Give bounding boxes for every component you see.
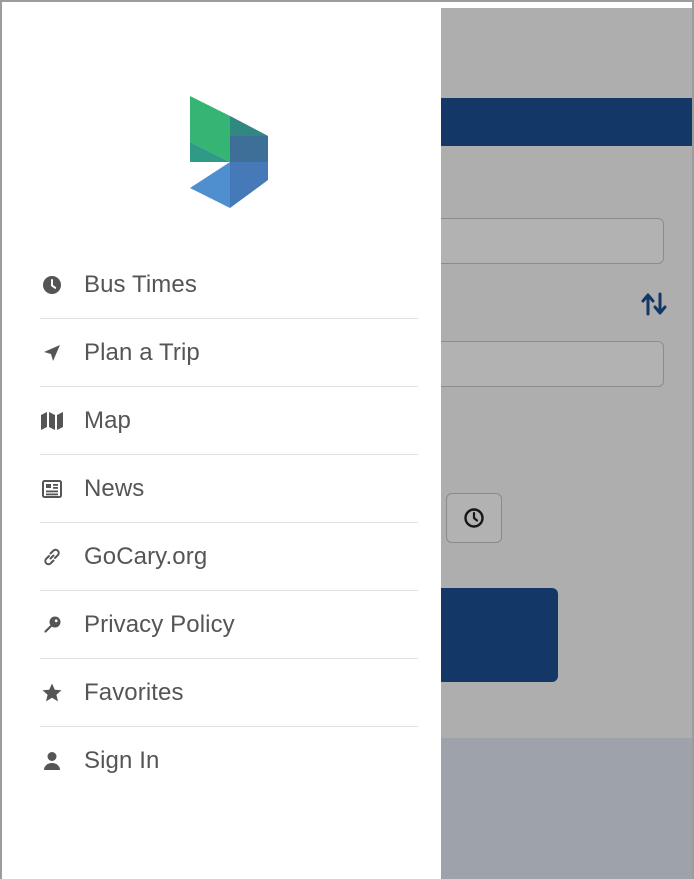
key-icon bbox=[40, 613, 64, 637]
menu-item-label: Sign In bbox=[84, 747, 160, 774]
gocary-logo bbox=[186, 96, 272, 217]
app-screen: Bus Times Plan a Trip Map News GoCary.or… bbox=[14, 8, 692, 879]
menu-item-label: News bbox=[84, 474, 145, 502]
menu-item-map[interactable]: Map bbox=[40, 387, 418, 455]
clock-icon bbox=[40, 273, 64, 297]
menu-item-label: GoCary.org bbox=[84, 542, 208, 570]
menu-item-news[interactable]: News bbox=[40, 455, 418, 523]
menu-item-label: Bus Times bbox=[84, 270, 197, 298]
drawer-menu: Bus Times Plan a Trip Map News GoCary.or… bbox=[40, 251, 418, 795]
newspaper-icon bbox=[40, 477, 64, 501]
menu-item-label: Plan a Trip bbox=[84, 338, 200, 366]
navigation-drawer: Bus Times Plan a Trip Map News GoCary.or… bbox=[14, 8, 441, 879]
location-arrow-icon bbox=[40, 341, 64, 365]
star-icon bbox=[40, 681, 64, 705]
gocary-logo-icon bbox=[190, 96, 268, 208]
menu-item-label: Map bbox=[84, 406, 131, 434]
menu-item-label: Privacy Policy bbox=[84, 610, 235, 638]
menu-item-sign-in[interactable]: Sign In bbox=[40, 727, 418, 795]
map-icon bbox=[40, 409, 64, 433]
user-icon bbox=[40, 749, 64, 773]
screenshot-frame: Bus Times Plan a Trip Map News GoCary.or… bbox=[0, 0, 694, 879]
link-icon bbox=[40, 545, 64, 569]
menu-item-favorites[interactable]: Favorites bbox=[40, 659, 418, 727]
menu-item-bus-times[interactable]: Bus Times bbox=[40, 251, 418, 319]
menu-item-plan-a-trip[interactable]: Plan a Trip bbox=[40, 319, 418, 387]
menu-item-privacy-policy[interactable]: Privacy Policy bbox=[40, 591, 418, 659]
menu-item-gocary-org[interactable]: GoCary.org bbox=[40, 523, 418, 591]
menu-item-label: Favorites bbox=[84, 678, 184, 706]
